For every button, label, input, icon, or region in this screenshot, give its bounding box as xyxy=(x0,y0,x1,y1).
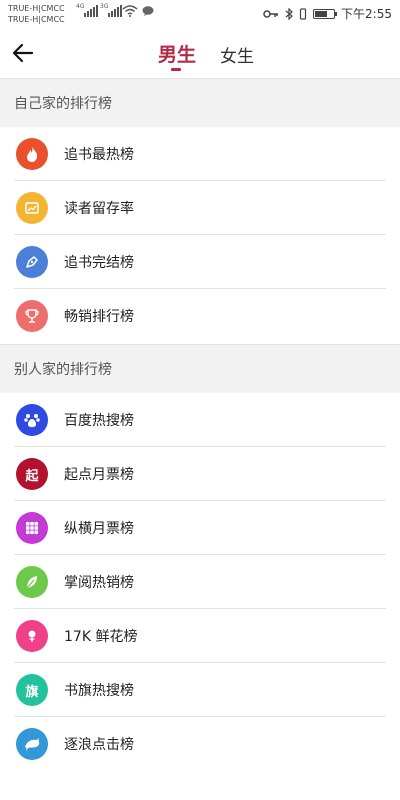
list-item[interactable]: 旗 书旗热搜榜 xyxy=(0,663,400,717)
key-icon xyxy=(263,9,279,18)
clock: 下午2:55 xyxy=(341,7,392,21)
item-label: 逐浪点击榜 xyxy=(64,737,134,753)
item-label: 百度热搜榜 xyxy=(64,413,134,429)
section-header: 自己家的排行榜 xyxy=(0,78,400,127)
item-label: 书旗热搜榜 xyxy=(64,683,134,699)
item-label: 掌阅热销榜 xyxy=(64,575,134,591)
qidian-icon: 起 xyxy=(16,458,48,490)
baidu-paw-icon xyxy=(16,404,48,436)
status-bar: TRUE-H|CMCC TRUE-H|CMCC 4G 3G 下午2:55 xyxy=(0,0,400,30)
item-label: 追书完结榜 xyxy=(64,255,134,271)
list-item[interactable]: 追书完结榜 xyxy=(0,235,400,289)
tab-female[interactable]: 女生 xyxy=(220,42,254,67)
list-item[interactable]: 读者留存率 xyxy=(0,181,400,235)
trophy-icon xyxy=(16,300,48,332)
grid-icon xyxy=(16,512,48,544)
bluetooth-icon xyxy=(285,7,293,20)
back-arrow-icon[interactable] xyxy=(10,40,36,66)
list-item[interactable]: 起 起点月票榜 xyxy=(0,447,400,501)
item-label: 17K 鲜花榜 xyxy=(64,629,138,645)
carrier-2: TRUE-H|CMCC xyxy=(8,15,65,24)
dolphin-icon xyxy=(16,728,48,760)
shuqi-icon: 旗 xyxy=(16,674,48,706)
signal-icon xyxy=(84,5,98,17)
section-header: 别人家的排行榜 xyxy=(0,344,400,393)
message-icon xyxy=(142,6,154,16)
item-label: 畅销排行榜 xyxy=(64,309,134,325)
item-label: 起点月票榜 xyxy=(64,467,134,483)
item-label: 追书最热榜 xyxy=(64,147,134,163)
qidian-icon-glyph: 起 xyxy=(25,468,39,484)
list-item[interactable]: 掌阅热销榜 xyxy=(0,555,400,609)
list-item[interactable]: 17K 鲜花榜 xyxy=(0,609,400,663)
status-right: 下午2:55 xyxy=(263,5,392,22)
item-label: 读者留存率 xyxy=(64,201,134,217)
pen-icon xyxy=(16,246,48,278)
list-item[interactable]: 追书最热榜 xyxy=(0,127,400,181)
signal-icon xyxy=(108,5,122,17)
list-item[interactable]: 畅销排行榜 xyxy=(0,289,400,343)
vibrate-icon xyxy=(299,7,307,20)
list-item[interactable]: 纵横月票榜 xyxy=(0,501,400,555)
list-item[interactable]: 百度热搜榜 xyxy=(0,393,400,447)
flame-icon xyxy=(16,138,48,170)
section-title: 别人家的排行榜 xyxy=(14,362,112,378)
shuqi-icon-glyph: 旗 xyxy=(25,684,39,700)
section-title: 自己家的排行榜 xyxy=(14,96,112,112)
item-label: 纵横月票榜 xyxy=(64,521,134,537)
wifi-icon xyxy=(122,5,138,17)
carrier-1: TRUE-H|CMCC xyxy=(8,4,65,13)
tab-male[interactable]: 男生 xyxy=(158,40,196,67)
flower-icon xyxy=(16,620,48,652)
list-item[interactable]: 逐浪点击榜 xyxy=(0,717,400,771)
leaf-icon xyxy=(16,566,48,598)
active-tab-indicator xyxy=(171,68,181,71)
top-bar: 男生 女生 xyxy=(0,30,400,78)
chart-icon xyxy=(16,192,48,224)
battery-icon xyxy=(313,8,338,19)
